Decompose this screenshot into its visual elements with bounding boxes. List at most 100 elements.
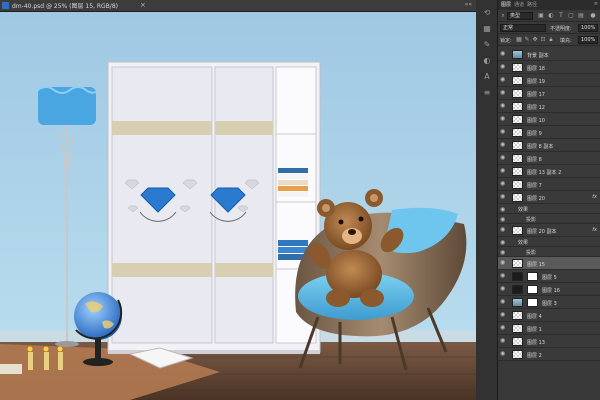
layer-thumbnail[interactable] bbox=[512, 337, 523, 346]
layer-thumbnail[interactable] bbox=[512, 259, 523, 268]
layer-row[interactable]: ◉ 图层 8 bbox=[498, 152, 600, 165]
layers-icon[interactable]: ≡ bbox=[481, 88, 493, 98]
layer-row[interactable]: ◉ 图层 2 bbox=[498, 348, 600, 361]
filter-type-icon[interactable]: T bbox=[558, 13, 564, 19]
layer-row[interactable]: ◉ 图层 13 bbox=[498, 335, 600, 348]
eye-icon[interactable]: ◉ bbox=[500, 239, 505, 246]
layer-effect-row[interactable]: ◉ 效果 bbox=[498, 204, 600, 214]
panel-menu-icon[interactable]: ≡ bbox=[594, 1, 598, 7]
eye-icon[interactable]: ◉ bbox=[500, 51, 507, 57]
layer-name[interactable]: 图层 10 bbox=[527, 117, 545, 124]
eye-icon[interactable]: ◉ bbox=[500, 227, 507, 233]
layer-row[interactable]: ◉ 图层 7 bbox=[498, 178, 600, 191]
filter-smart-icon[interactable]: ▤ bbox=[578, 13, 584, 19]
layer-row[interactable]: ◉ 图层 3 bbox=[498, 296, 600, 309]
lock-pixels-icon[interactable]: ✎ bbox=[524, 37, 530, 43]
eye-icon[interactable]: ◉ bbox=[500, 249, 505, 256]
layer-thumbnail[interactable] bbox=[512, 76, 523, 85]
lock-transparent-icon[interactable]: ▦ bbox=[516, 37, 522, 43]
filter-shape-icon[interactable]: ▢ bbox=[568, 13, 574, 19]
layer-name[interactable]: 背景 副本 bbox=[527, 52, 549, 59]
layer-effect-row[interactable]: ◉ 投影 bbox=[498, 247, 600, 257]
tab-paths[interactable]: 路径 bbox=[527, 1, 537, 8]
eye-icon[interactable]: ◉ bbox=[500, 273, 507, 279]
filter-toggle-icon[interactable]: ● bbox=[590, 13, 596, 19]
layer-name[interactable]: 图层 13 副本 2 bbox=[527, 169, 561, 176]
eye-icon[interactable]: ◉ bbox=[500, 286, 507, 292]
layer-name[interactable]: 图层 3 bbox=[542, 300, 557, 307]
layer-row[interactable]: ◉ 图层 1 bbox=[498, 322, 600, 335]
layer-name[interactable]: 图层 20 bbox=[527, 195, 545, 202]
layer-thumbnail[interactable] bbox=[512, 272, 523, 281]
layer-row[interactable]: ◉ 图层 4 bbox=[498, 309, 600, 322]
layer-thumbnail[interactable] bbox=[512, 128, 523, 137]
layer-thumbnail[interactable] bbox=[512, 115, 523, 124]
layer-row[interactable]: ◉ 图层 20 副本 fx bbox=[498, 224, 600, 237]
eye-icon[interactable]: ◉ bbox=[500, 77, 507, 83]
layer-effect-row[interactable]: ◉ 投影 bbox=[498, 214, 600, 224]
layer-row[interactable]: ◉ 图层 15 bbox=[498, 257, 600, 270]
layer-thumbnail[interactable] bbox=[512, 350, 523, 359]
layer-name[interactable]: 图层 2 bbox=[527, 352, 542, 359]
eye-icon[interactable]: ◉ bbox=[500, 168, 507, 174]
layer-effect-row[interactable]: ◉ 效果 bbox=[498, 237, 600, 247]
layer-name[interactable]: 图层 20 副本 bbox=[527, 228, 557, 235]
layer-thumbnail[interactable] bbox=[512, 193, 523, 202]
eye-icon[interactable]: ◉ bbox=[500, 64, 507, 70]
layer-row[interactable]: ◉ 图层 18 bbox=[498, 61, 600, 74]
close-icon[interactable]: × bbox=[140, 1, 146, 10]
text-icon[interactable]: A bbox=[481, 72, 493, 82]
layer-row[interactable]: ◉ 图层 10 bbox=[498, 113, 600, 126]
layer-row[interactable]: ◉ 背景 副本 bbox=[498, 48, 600, 61]
layer-thumbnail[interactable] bbox=[512, 102, 523, 111]
filter-adjust-icon[interactable]: ◐ bbox=[548, 13, 554, 19]
eye-icon[interactable]: ◉ bbox=[500, 206, 505, 213]
layer-row[interactable]: ◉ 图层 8 副本 bbox=[498, 139, 600, 152]
layer-row[interactable]: ◉ 图层 19 bbox=[498, 74, 600, 87]
layer-row[interactable]: ◉ 图层 9 bbox=[498, 126, 600, 139]
eye-icon[interactable]: ◉ bbox=[500, 129, 507, 135]
layer-name[interactable]: 图层 15 bbox=[527, 261, 545, 268]
tab-channels[interactable]: 通道 bbox=[514, 1, 524, 8]
layer-name[interactable]: 图层 1 bbox=[527, 326, 542, 333]
lock-position-icon[interactable]: ✥ bbox=[532, 37, 538, 43]
layer-thumbnail[interactable] bbox=[512, 167, 523, 176]
layer-thumbnail[interactable] bbox=[512, 285, 523, 294]
eye-icon[interactable]: ◉ bbox=[500, 325, 507, 331]
eye-icon[interactable]: ◉ bbox=[500, 116, 507, 122]
layer-thumbnail[interactable] bbox=[512, 180, 523, 189]
layer-name[interactable]: 图层 17 bbox=[527, 91, 545, 98]
layer-row[interactable]: ◉ 图层 20 fx bbox=[498, 191, 600, 204]
layer-name[interactable]: 图层 7 bbox=[527, 182, 542, 189]
canvas[interactable] bbox=[0, 12, 476, 400]
layer-name[interactable]: 图层 8 bbox=[527, 156, 542, 163]
swatch-icon[interactable]: ▦ bbox=[481, 24, 493, 34]
collapse-panels-icon[interactable]: «« bbox=[465, 1, 472, 8]
layer-name[interactable]: 图层 5 bbox=[542, 274, 557, 281]
layer-thumbnail[interactable] bbox=[512, 298, 523, 307]
layer-row[interactable]: ◉ 图层 17 bbox=[498, 87, 600, 100]
layer-name[interactable]: 图层 13 bbox=[527, 339, 545, 346]
fill-field[interactable]: 100% bbox=[578, 36, 598, 44]
eye-icon[interactable]: ◉ bbox=[500, 142, 507, 148]
layer-thumbnail[interactable] bbox=[512, 226, 523, 235]
layer-name[interactable]: 图层 8 副本 bbox=[527, 143, 553, 150]
lock-artboard-icon[interactable]: ⊡ bbox=[540, 37, 546, 43]
eye-icon[interactable]: ◉ bbox=[500, 90, 507, 96]
layer-row[interactable]: ◉ 图层 13 副本 2 bbox=[498, 165, 600, 178]
layer-thumbnail[interactable] bbox=[512, 311, 523, 320]
filter-kind-select[interactable]: 类型 bbox=[507, 12, 533, 20]
layer-thumbnail[interactable] bbox=[512, 63, 523, 72]
eye-icon[interactable]: ◉ bbox=[500, 181, 507, 187]
layer-mask-thumbnail[interactable] bbox=[527, 272, 538, 281]
eye-icon[interactable]: ◉ bbox=[500, 216, 505, 223]
eye-icon[interactable]: ◉ bbox=[500, 338, 507, 344]
lock-all-icon[interactable]: 🔒︎ bbox=[548, 37, 554, 43]
layer-row[interactable]: ◉ 图层 5 bbox=[498, 270, 600, 283]
filter-pixel-icon[interactable]: ▣ bbox=[538, 13, 544, 19]
layer-thumbnail[interactable] bbox=[512, 154, 523, 163]
brush-icon[interactable]: ✎ bbox=[481, 40, 493, 50]
fx-badge[interactable]: fx bbox=[592, 194, 597, 200]
layer-mask-thumbnail[interactable] bbox=[527, 298, 538, 307]
layer-thumbnail[interactable] bbox=[512, 50, 523, 59]
